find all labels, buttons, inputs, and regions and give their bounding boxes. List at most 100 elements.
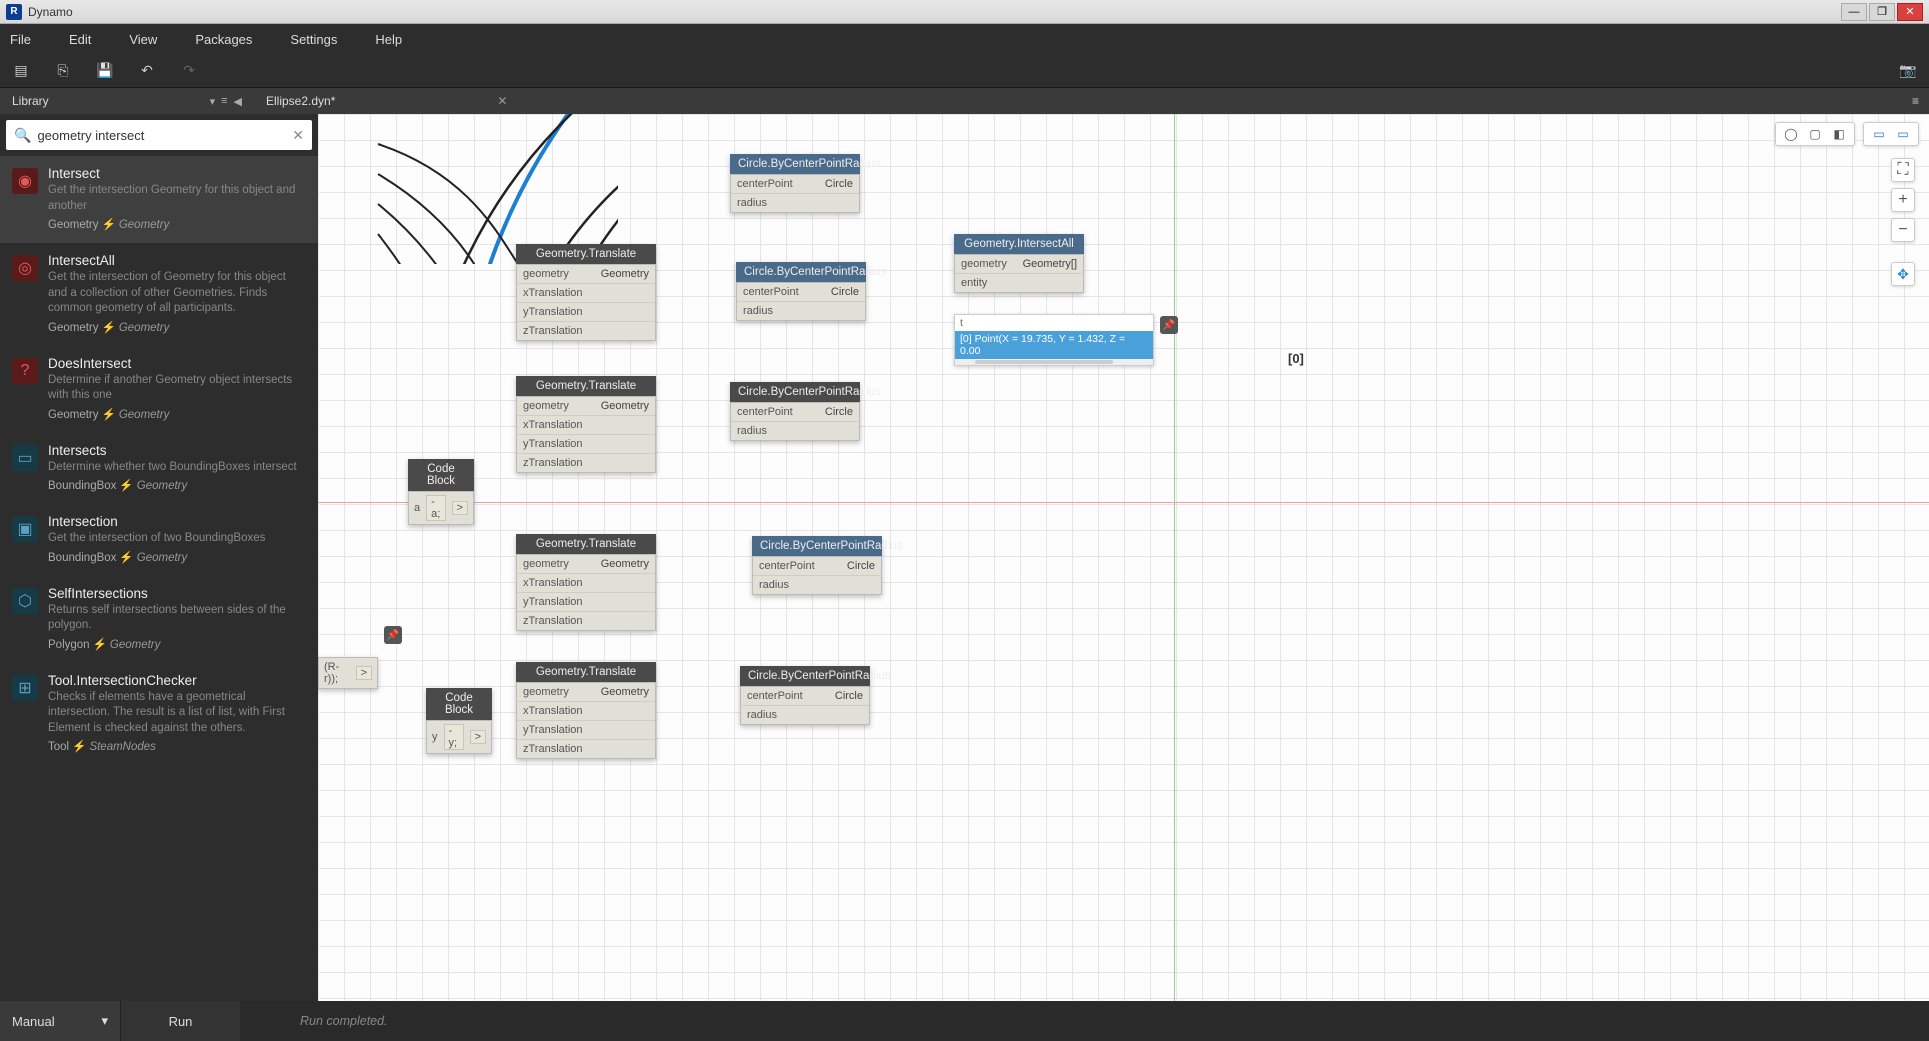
search-input[interactable] [37, 128, 292, 143]
result-intersection[interactable]: ▣ Intersection Get the intersection of t… [0, 504, 318, 576]
node-translate-2[interactable]: Geometry.Translate geometryGeometry xTra… [516, 376, 656, 473]
input-port[interactable]: geometry [523, 686, 569, 698]
pan-icon[interactable]: ✥ [1891, 262, 1915, 286]
codeblock-input[interactable]: a [414, 502, 420, 514]
sort-icon[interactable]: ≡ [221, 95, 227, 108]
input-port[interactable]: geometry [523, 400, 569, 412]
codeblock-input[interactable]: y [432, 731, 438, 743]
output-port[interactable]: > [470, 730, 486, 744]
result-intersects[interactable]: ▭ Intersects Determine whether two Bound… [0, 433, 318, 505]
input-port[interactable]: yTranslation [523, 596, 583, 608]
graph-view-icon[interactable]: ▭ [1870, 126, 1888, 142]
output-port[interactable]: Circle [825, 406, 853, 418]
3d-view-icon[interactable]: ▭ [1894, 126, 1912, 142]
input-port[interactable]: centerPoint [747, 690, 803, 702]
canvas-menu-icon[interactable]: ≡ [1902, 94, 1929, 108]
node-circle-4[interactable]: Circle.ByCenterPointRadius centerPointCi… [752, 536, 882, 595]
input-port[interactable]: radius [759, 579, 789, 591]
result-intersectall[interactable]: ◎ IntersectAll Get the intersection of G… [0, 243, 318, 346]
output-port[interactable]: Circle [831, 286, 859, 298]
menu-settings[interactable]: Settings [290, 32, 337, 47]
window-maximize-button[interactable]: ❐ [1869, 3, 1895, 21]
node-translate-3[interactable]: Geometry.Translate geometryGeometry xTra… [516, 534, 656, 631]
new-file-icon[interactable]: ▤ [10, 60, 32, 82]
menu-help[interactable]: Help [375, 32, 402, 47]
output-port[interactable]: > [356, 666, 372, 680]
result-intersect[interactable]: ◉ Intersect Get the intersection Geometr… [0, 156, 318, 243]
output-port[interactable]: Geometry [601, 268, 649, 280]
geom-cylinder-icon[interactable]: ◯ [1782, 126, 1800, 142]
search-box[interactable]: 🔍 ✕ [6, 120, 312, 150]
node-circle-2[interactable]: Circle.ByCenterPointRadius centerPointCi… [736, 262, 866, 321]
input-port[interactable]: centerPoint [743, 286, 799, 298]
input-port[interactable]: xTranslation [523, 577, 583, 589]
run-mode-dropdown[interactable]: Manual ▾ [0, 1001, 120, 1041]
node-canvas[interactable]: (R-r)); > Circle.ByCenterPointRadius cen… [318, 114, 1929, 1001]
input-port[interactable]: entity [961, 277, 987, 289]
pin-icon[interactable]: 📌 [384, 626, 402, 644]
undo-icon[interactable]: ↶ [136, 60, 158, 82]
workspace-tab[interactable]: Ellipse2.dyn* ✕ [254, 94, 347, 108]
input-port[interactable]: radius [747, 709, 777, 721]
node-circle-5[interactable]: Circle.ByCenterPointRadius centerPointCi… [740, 666, 870, 725]
node-circle-1[interactable]: Circle.ByCenterPointRadius centerPointCi… [730, 154, 860, 213]
result-selfintersections[interactable]: ⬡ SelfIntersections Returns self interse… [0, 576, 318, 663]
zoom-out-icon[interactable]: − [1891, 218, 1915, 242]
input-port[interactable]: yTranslation [523, 438, 583, 450]
screenshot-icon[interactable]: 📷 [1897, 60, 1919, 82]
menu-view[interactable]: View [129, 32, 157, 47]
input-port[interactable]: radius [743, 305, 773, 317]
node-codeblock-2[interactable]: Code Block y -y; > [426, 688, 492, 754]
node-intersectall[interactable]: Geometry.IntersectAll geometryGeometry[]… [954, 234, 1084, 293]
output-port[interactable]: Circle [847, 560, 875, 572]
result-intersectionchecker[interactable]: ⊞ Tool.IntersectionChecker Checks if ele… [0, 663, 318, 766]
tab-close-icon[interactable]: ✕ [497, 94, 507, 108]
collapse-icon[interactable]: ◀ [234, 95, 242, 108]
geom-cube-icon[interactable]: ▢ [1806, 126, 1824, 142]
pin-icon[interactable]: 📌 [1160, 316, 1178, 334]
result-doesintersect[interactable]: ? DoesIntersect Determine if another Geo… [0, 346, 318, 433]
open-file-icon[interactable]: ⎘ [52, 60, 74, 82]
node-circle-3[interactable]: Circle.ByCenterPointRadius centerPointCi… [730, 382, 860, 441]
output-port[interactable]: Geometry [601, 686, 649, 698]
input-port[interactable]: xTranslation [523, 419, 583, 431]
input-port[interactable]: yTranslation [523, 306, 583, 318]
input-port[interactable]: radius [737, 197, 767, 209]
input-port[interactable]: centerPoint [737, 406, 793, 418]
output-port[interactable]: Circle [825, 178, 853, 190]
search-clear-icon[interactable]: ✕ [292, 127, 304, 144]
preview-scrollbar[interactable] [955, 359, 1153, 365]
output-port[interactable]: Geometry [601, 558, 649, 570]
filter-icon[interactable]: ▾ [210, 95, 216, 108]
input-port[interactable]: zTranslation [523, 615, 583, 627]
menu-edit[interactable]: Edit [69, 32, 91, 47]
input-port[interactable]: geometry [523, 558, 569, 570]
input-port[interactable]: geometry [523, 268, 569, 280]
window-minimize-button[interactable]: — [1841, 3, 1867, 21]
window-close-button[interactable]: ✕ [1897, 3, 1923, 21]
input-port[interactable]: geometry [961, 258, 1007, 270]
fit-view-icon[interactable]: ⛶ [1891, 158, 1915, 182]
node-translate-1[interactable]: Geometry.Translate geometryGeometry xTra… [516, 244, 656, 341]
output-port[interactable]: > [452, 501, 468, 515]
input-port[interactable]: zTranslation [523, 325, 583, 337]
redo-icon[interactable]: ↷ [178, 60, 200, 82]
node-codeblock-1[interactable]: Code Block a -a; > [408, 459, 474, 525]
input-port[interactable]: yTranslation [523, 724, 583, 736]
input-port[interactable]: zTranslation [523, 457, 583, 469]
save-file-icon[interactable]: 💾 [94, 60, 116, 82]
output-port[interactable]: Circle [835, 690, 863, 702]
output-port[interactable]: Geometry[] [1023, 258, 1077, 270]
node-codeblock-partial[interactable]: (R-r)); > [318, 657, 378, 689]
menu-packages[interactable]: Packages [195, 32, 252, 47]
input-port[interactable]: centerPoint [737, 178, 793, 190]
zoom-in-icon[interactable]: + [1891, 188, 1915, 212]
input-port[interactable]: xTranslation [523, 287, 583, 299]
input-port[interactable]: xTranslation [523, 705, 583, 717]
node-translate-4[interactable]: Geometry.Translate geometryGeometry xTra… [516, 662, 656, 759]
input-port[interactable]: radius [737, 425, 767, 437]
menu-file[interactable]: File [10, 32, 31, 47]
geom-solid-icon[interactable]: ◧ [1830, 126, 1848, 142]
output-port[interactable]: Geometry [601, 400, 649, 412]
input-port[interactable]: centerPoint [759, 560, 815, 572]
